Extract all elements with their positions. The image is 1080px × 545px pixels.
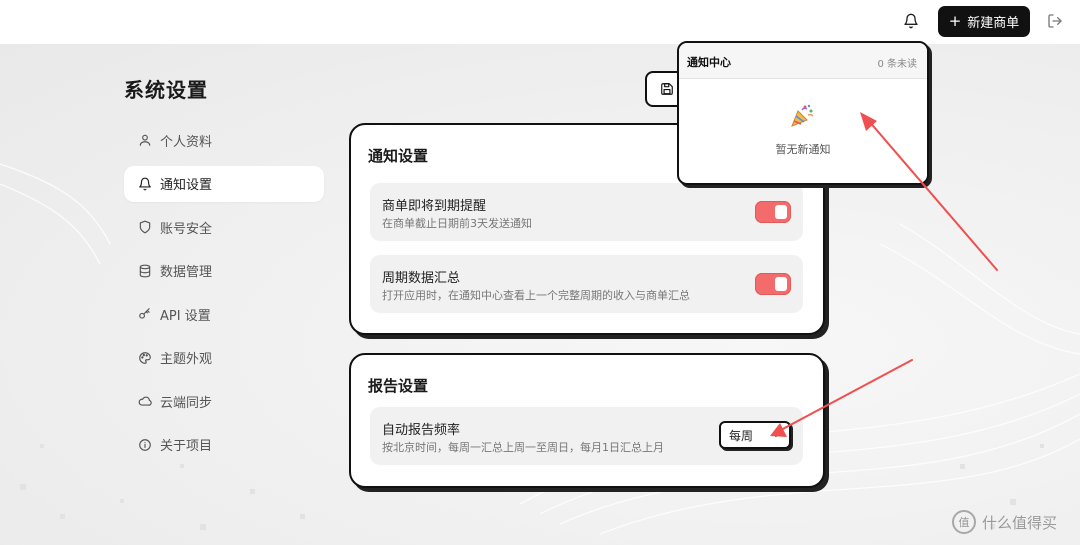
report-settings-card: 报告设置 自动报告频率 按北京时间，每周一汇总上周一至周日，每月1日汇总上月 每… xyxy=(349,353,825,488)
sidebar-item-cloud-sync[interactable]: 云端同步 xyxy=(124,383,324,419)
sidebar-item-label: 通知设置 xyxy=(160,178,213,193)
unread-count: 0 条未读 xyxy=(877,59,917,70)
setting-row-period-summary: 周期数据汇总 打开应用时，在通知中心查看上一个完整周期的收入与商单汇总 xyxy=(370,255,803,313)
notification-bell-button[interactable] xyxy=(898,8,924,34)
popup-title: 通知中心 xyxy=(687,56,731,69)
sidebar-item-label: 关于项目 xyxy=(160,439,213,454)
sidebar-item-label: 主题外观 xyxy=(160,352,213,367)
sidebar-item-label: 数据管理 xyxy=(160,265,213,280)
empty-state-text: 暂无新通知 xyxy=(775,143,831,156)
plus-icon: + xyxy=(948,12,962,30)
party-popper-icon xyxy=(791,104,814,127)
select-value: 每周 xyxy=(729,428,754,443)
palette-icon xyxy=(139,351,151,364)
logout-icon xyxy=(1048,14,1062,28)
sidebar-item-notifications[interactable]: 通知设置 xyxy=(124,165,324,202)
shield-icon xyxy=(139,220,151,234)
sidebar-item-about[interactable]: 关于项目 xyxy=(124,427,324,463)
setting-title: 商单即将到期提醒 xyxy=(382,199,487,214)
save-icon xyxy=(661,83,673,95)
watermark-logo: 值 xyxy=(952,510,976,534)
report-frequency-select[interactable]: 每周 xyxy=(719,421,791,449)
setting-title: 周期数据汇总 xyxy=(382,271,461,286)
sidebar-item-api[interactable]: API 设置 xyxy=(124,296,324,332)
bell-icon xyxy=(139,177,151,190)
top-bar: + 新建商单 xyxy=(0,0,1080,44)
sidebar-item-label: API 设置 xyxy=(160,308,211,324)
sidebar-item-label: 账号安全 xyxy=(160,221,213,237)
setting-row-report-frequency: 自动报告频率 按北京时间，每周一汇总上周一至周日，每月1日汇总上月 每周 xyxy=(370,407,803,465)
sidebar-item-data[interactable]: 数据管理 xyxy=(124,253,324,289)
popup-header: 通知中心 0 条未读 xyxy=(679,43,927,79)
bell-icon xyxy=(904,13,918,29)
card-title: 通知设置 xyxy=(368,147,429,165)
expiry-reminder-toggle[interactable] xyxy=(755,201,791,223)
new-order-label: 新建商单 xyxy=(967,16,1020,31)
period-summary-toggle[interactable] xyxy=(755,273,791,295)
sidebar-item-label: 个人资料 xyxy=(160,134,213,150)
new-order-button[interactable]: + 新建商单 xyxy=(938,6,1030,37)
sidebar-item-theme[interactable]: 主题外观 xyxy=(124,340,324,376)
setting-title: 自动报告频率 xyxy=(382,423,461,438)
toggle-knob xyxy=(775,277,787,291)
sidebar-item-security[interactable]: 账号安全 xyxy=(124,209,324,245)
info-icon xyxy=(139,438,151,451)
user-icon xyxy=(139,134,151,146)
notification-center-popup: 通知中心 0 条未读 暂无新通知 xyxy=(677,41,929,185)
database-icon xyxy=(139,264,151,277)
chevron-down-icon xyxy=(772,433,780,437)
sidebar-item-profile[interactable]: 个人资料 xyxy=(124,122,324,158)
watermark-text: 什么值得买 xyxy=(982,513,1058,532)
setting-row-expiry-reminder: 商单即将到期提醒 在商单截止日期前3天发送通知 xyxy=(370,183,803,241)
key-icon xyxy=(139,308,150,319)
page-title: 系统设置 xyxy=(124,78,208,102)
setting-description: 按北京时间，每周一汇总上周一至周日，每月1日汇总上月 xyxy=(382,441,664,454)
card-title: 报告设置 xyxy=(368,377,429,395)
sidebar-item-label: 云端同步 xyxy=(160,395,213,411)
setting-description: 打开应用时，在通知中心查看上一个完整周期的收入与商单汇总 xyxy=(382,289,690,302)
toggle-knob xyxy=(775,205,787,219)
settings-sidebar: 个人资料 通知设置 账号安全 数据管理 API 设置 主题外观 云端同步 关于项… xyxy=(124,122,324,470)
watermark: 值 什么值得买 xyxy=(952,510,1057,534)
logout-button[interactable] xyxy=(1044,10,1066,32)
setting-description: 在商单截止日期前3天发送通知 xyxy=(382,217,532,230)
cloud-icon xyxy=(138,396,152,406)
